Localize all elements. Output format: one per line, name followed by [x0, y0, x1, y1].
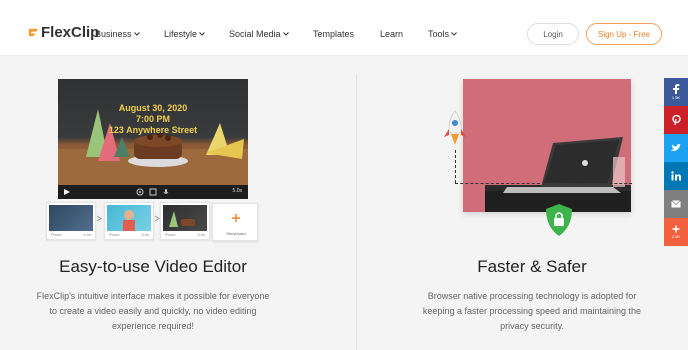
nav-business[interactable]: Business — [95, 29, 140, 39]
nav-learn-label: Learn — [380, 29, 404, 39]
description-line: Browser native processing technology is … — [427, 291, 637, 301]
video-address-text: 123 Anywhere Street — [108, 125, 198, 135]
chevron-down-icon — [199, 32, 205, 36]
share-email-button[interactable] — [664, 190, 688, 218]
feature-description-speed: Browser native processing technology is … — [392, 289, 672, 334]
chevron-down-icon — [451, 32, 457, 36]
clip-duration: 5.0s — [141, 232, 149, 237]
linkedin-icon — [671, 171, 681, 181]
nav-tools[interactable]: Tools — [428, 29, 457, 39]
laptop-desk-illustration — [485, 137, 631, 212]
description-line: FlexClip's intuitive interface makes it … — [36, 291, 270, 301]
feature-title-editor: Easy-to-use Video Editor — [59, 257, 247, 276]
description-line: experience required! — [111, 321, 195, 331]
timeline-clip[interactable]: Photo 4.0s — [46, 202, 96, 240]
feature-description-editor: FlexClip's intuitive interface makes it … — [8, 289, 298, 334]
clip-duration: 4.0s — [83, 232, 91, 237]
nav-business-label: Business — [95, 29, 132, 39]
timeline-clip[interactable]: Photo 5.0s — [160, 202, 210, 240]
feature-title-speed: Faster & Safer — [477, 257, 587, 276]
plus-icon — [672, 225, 680, 233]
nav-tools-label: Tools — [428, 29, 450, 39]
top-navbar: FlexClip Business Lifestyle Social Media… — [0, 0, 688, 56]
video-preview[interactable]: August 30, 2020 7:00 PM 123 Anywhere Str… — [58, 79, 248, 199]
microphone-icon[interactable] — [162, 188, 170, 196]
clip-caption: Photo — [51, 232, 62, 237]
clip-thumbnail — [163, 205, 207, 231]
plus-icon — [232, 214, 240, 222]
clip-thumbnail — [49, 205, 93, 231]
laptop-photo — [463, 79, 631, 212]
share-linkedin-button[interactable] — [664, 162, 688, 190]
rocket-icon — [444, 110, 466, 145]
clip-thumbnail — [107, 205, 151, 231]
video-duration: 5.0s — [232, 188, 242, 194]
storyboard-label: Storyboard — [226, 231, 246, 236]
arrow-right-icon — [96, 215, 102, 222]
pinterest-icon — [671, 115, 681, 125]
dashed-connector — [455, 150, 456, 183]
video-scene: August 30, 2020 7:00 PM 123 Anywhere Str… — [58, 79, 248, 185]
image-icon[interactable] — [149, 188, 157, 196]
dashed-connector — [566, 183, 632, 184]
share-count: 1.5K — [671, 95, 681, 100]
settings-icon[interactable] — [136, 188, 144, 196]
party-thumbnail-illustration — [169, 211, 195, 227]
play-icon[interactable] — [64, 189, 70, 195]
email-icon — [671, 200, 681, 208]
flexclip-logo-icon — [28, 28, 39, 37]
nav-learn[interactable]: Learn — [380, 29, 403, 39]
nav-lifestyle-label: Lifestyle — [164, 29, 198, 39]
flexclip-logo[interactable]: FlexClip — [28, 24, 99, 41]
share-twitter-button[interactable] — [664, 134, 688, 162]
video-time-text: 7:00 PM — [135, 114, 170, 124]
description-line: to create a video easily and quickly, no… — [49, 306, 257, 316]
description-line: keeping a faster processing speed and ma… — [422, 306, 642, 316]
video-controls: 5.0s — [58, 185, 248, 199]
chevron-down-icon — [133, 32, 140, 36]
logo-text: FlexClip — [41, 24, 100, 41]
login-button[interactable]: Login — [527, 23, 579, 45]
clip-caption: Photo — [109, 232, 120, 237]
share-facebook-button[interactable]: 1.5K — [664, 78, 688, 106]
nav-social-media-label: Social Media — [229, 29, 281, 39]
shield-lock-icon — [546, 204, 572, 236]
section-divider — [356, 74, 357, 350]
signup-button[interactable]: Sign Up - Free — [586, 23, 662, 45]
nav-social-media[interactable]: Social Media — [229, 29, 289, 39]
video-date-text: August 30, 2020 — [118, 103, 188, 113]
share-pinterest-button[interactable] — [664, 106, 688, 134]
storyboard-add-card[interactable]: Storyboard — [212, 203, 258, 241]
nav-templates[interactable]: Templates — [313, 29, 354, 39]
chevron-down-icon — [282, 32, 289, 36]
share-count: 2.5K — [671, 234, 681, 239]
dashed-connector — [455, 183, 545, 184]
description-line: privacy security. — [500, 321, 564, 331]
person-illustration — [123, 210, 135, 231]
share-more-button[interactable]: 2.5K — [664, 218, 688, 246]
clip-caption: Photo — [165, 232, 176, 237]
nav-lifestyle[interactable]: Lifestyle — [164, 29, 205, 39]
timeline-clip[interactable]: Photo 5.0s — [104, 202, 154, 240]
twitter-icon — [671, 144, 681, 151]
facebook-icon — [673, 84, 680, 94]
clip-duration: 5.0s — [197, 232, 205, 237]
nav-templates-label: Templates — [313, 29, 355, 39]
